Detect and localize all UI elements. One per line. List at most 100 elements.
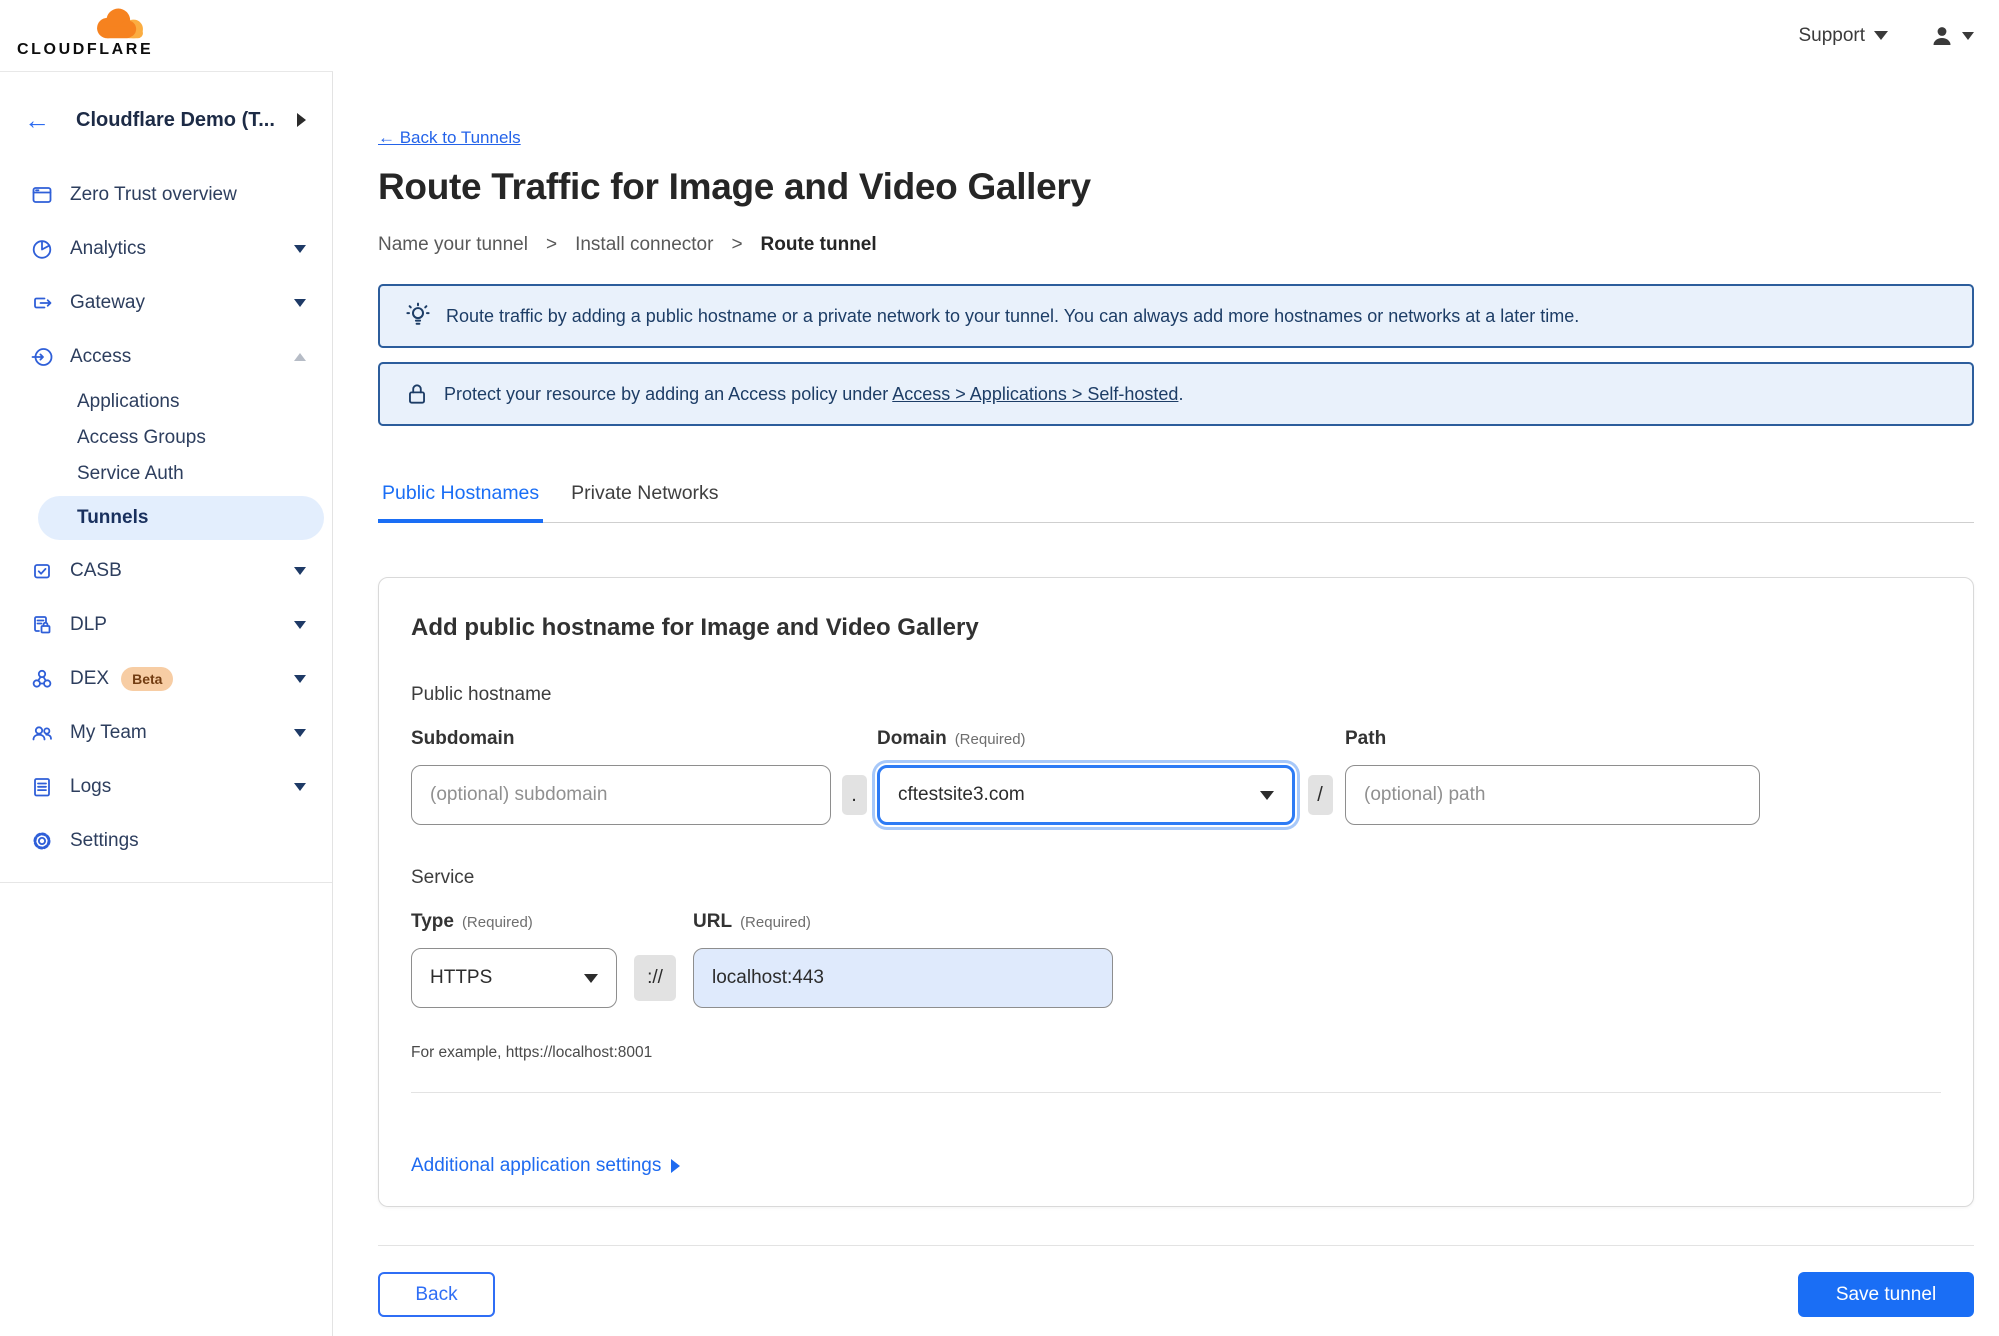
cloudflare-wordmark: CLOUDFLARE <box>17 41 154 58</box>
back-to-tunnels-link[interactable]: ← Back to Tunnels <box>378 128 521 148</box>
chevron-down-icon <box>294 245 306 253</box>
sidebar: ← Cloudflare Demo (T... Zero Trust overv… <box>0 71 333 1336</box>
sidebar-item-tunnels-active[interactable]: Tunnels <box>38 496 324 540</box>
sidebar-item-dex[interactable]: DEX Beta <box>0 652 332 706</box>
service-type-value: HTTPS <box>430 967 493 988</box>
account-header: ← Cloudflare Demo (T... <box>0 72 332 168</box>
additional-settings-label: Additional application settings <box>411 1155 662 1176</box>
banner-text: Protect your resource by adding an Acces… <box>444 384 1183 405</box>
gateway-icon <box>34 297 52 309</box>
chevron-down-icon <box>294 675 306 683</box>
step-install-connector: Install connector <box>575 234 714 255</box>
step-name-your-tunnel: Name your tunnel <box>378 234 528 255</box>
step-separator: > <box>545 234 558 255</box>
chevron-down-icon <box>294 299 306 307</box>
sidebar-item-applications[interactable]: Applications <box>0 384 332 420</box>
chevron-down-icon <box>294 729 306 737</box>
casb-icon <box>34 564 50 579</box>
sidebar-divider <box>0 882 332 883</box>
sidebar-item-access[interactable]: Access <box>0 330 332 384</box>
card-title: Add public hostname for Image and Video … <box>411 614 979 641</box>
back-button[interactable]: Back <box>378 1272 495 1317</box>
slash-separator: / <box>1307 775 1333 815</box>
save-tunnel-button[interactable]: Save tunnel <box>1798 1272 1974 1317</box>
main-content: ← Back to Tunnels Route Traffic for Imag… <box>333 71 1999 1336</box>
breadcrumb: Name your tunnel > Install connector > R… <box>378 234 1974 256</box>
gear-icon <box>33 832 51 850</box>
hostname-field-row: Subdomain . Domain (Required) cftestsite3… <box>411 728 1941 825</box>
type-label: Type <box>411 911 454 932</box>
path-label: Path <box>1345 728 1387 749</box>
service-url-input[interactable] <box>693 948 1113 1008</box>
support-menu[interactable]: Support <box>1798 25 1888 47</box>
page-title: Route Traffic for Image and Video Galler… <box>378 166 1091 207</box>
tab-private-networks[interactable]: Private Networks <box>567 482 722 522</box>
sidebar-item-settings[interactable]: Settings <box>0 814 332 868</box>
add-public-hostname-card: Add public hostname for Image and Video … <box>378 577 1974 1207</box>
beta-badge: Beta <box>121 667 174 691</box>
banner-text-suffix: . <box>1178 383 1184 404</box>
chevron-down-icon <box>584 973 598 983</box>
chevron-down-icon <box>1962 31 1974 40</box>
domain-required-label: (Required) <box>954 731 1026 748</box>
service-type-select[interactable]: HTTPS <box>411 948 617 1008</box>
access-icon <box>31 348 53 366</box>
path-input[interactable] <box>1345 765 1760 825</box>
service-label: Service <box>411 867 475 888</box>
subdomain-label: Subdomain <box>411 728 515 749</box>
user-icon <box>1933 26 1951 45</box>
back-arrow-icon[interactable]: ← <box>24 107 50 133</box>
step-separator: > <box>731 234 743 255</box>
lock-icon <box>409 384 425 404</box>
tab-bar: Public Hostnames Private Networks <box>378 482 1974 523</box>
dlp-lock-icon <box>34 616 51 634</box>
domain-selected-value: cftestsite3.com <box>898 784 1025 805</box>
type-required-label: (Required) <box>461 914 533 931</box>
additional-application-settings-toggle[interactable]: Additional application settings <box>411 1155 1941 1177</box>
chevron-down-icon <box>1260 790 1274 800</box>
sidebar-item-gateway[interactable]: Gateway <box>0 276 332 330</box>
chevron-up-icon <box>294 353 306 361</box>
sidebar-item-my-team[interactable]: My Team <box>0 706 332 760</box>
cloudflare-logo: CLOUDFLARE <box>17 6 157 59</box>
pie-chart-icon <box>32 240 52 259</box>
access-applications-self-hosted-link[interactable]: Access > Applications > Self-hosted <box>892 384 1178 404</box>
sidebar-item-casb[interactable]: CASB <box>0 544 332 598</box>
dot-separator: . <box>841 775 867 815</box>
domain-select[interactable]: cftestsite3.com <box>877 765 1295 825</box>
url-label: URL <box>693 911 733 932</box>
tab-public-hostnames[interactable]: Public Hostnames <box>378 482 544 523</box>
footer-divider <box>378 1245 1974 1246</box>
sidebar-item-analytics[interactable]: Analytics <box>0 222 332 276</box>
footer-actions: Back Save tunnel <box>378 1272 1974 1317</box>
logs-icon <box>34 778 50 797</box>
account-name: Cloudflare Demo (T... <box>76 108 275 131</box>
sidebar-item-zero-trust-overview[interactable]: Zero Trust overview <box>0 168 332 222</box>
url-required-label: (Required) <box>740 914 811 931</box>
user-menu[interactable] <box>1930 24 1974 48</box>
lightbulb-icon <box>406 302 430 325</box>
browser-window-icon <box>32 187 52 203</box>
sidebar-item-dlp[interactable]: DLP <box>0 598 332 652</box>
chevron-down-icon <box>1874 31 1888 40</box>
banner-text-prefix: Protect your resource by adding an Acces… <box>444 383 893 404</box>
chevron-right-icon <box>671 1159 681 1173</box>
sidebar-item-access-groups[interactable]: Access Groups <box>0 420 332 456</box>
team-icon <box>32 726 52 741</box>
url-example-text: For example, https://localhost:8001 <box>411 1044 653 1061</box>
sidebar-item-logs[interactable]: Logs <box>0 760 332 814</box>
chevron-right-icon[interactable] <box>297 113 306 127</box>
sidebar-item-service-auth[interactable]: Service Auth <box>0 456 332 492</box>
subdomain-input[interactable] <box>411 765 831 825</box>
dex-network-icon <box>32 669 52 688</box>
step-route-tunnel: Route tunnel <box>760 234 877 255</box>
scheme-separator: :// <box>634 955 676 1001</box>
support-label: Support <box>1798 24 1865 46</box>
chevron-down-icon <box>294 783 306 791</box>
public-hostname-label: Public hostname <box>411 684 552 705</box>
service-field-row: Type (Required) HTTPS :// URL (Required) <box>411 911 1941 1008</box>
cloudflare-cloud-icon <box>97 8 143 39</box>
banner-text: Route traffic by adding a public hostnam… <box>446 305 1580 326</box>
domain-label: Domain <box>877 728 947 749</box>
chevron-down-icon <box>294 567 306 575</box>
